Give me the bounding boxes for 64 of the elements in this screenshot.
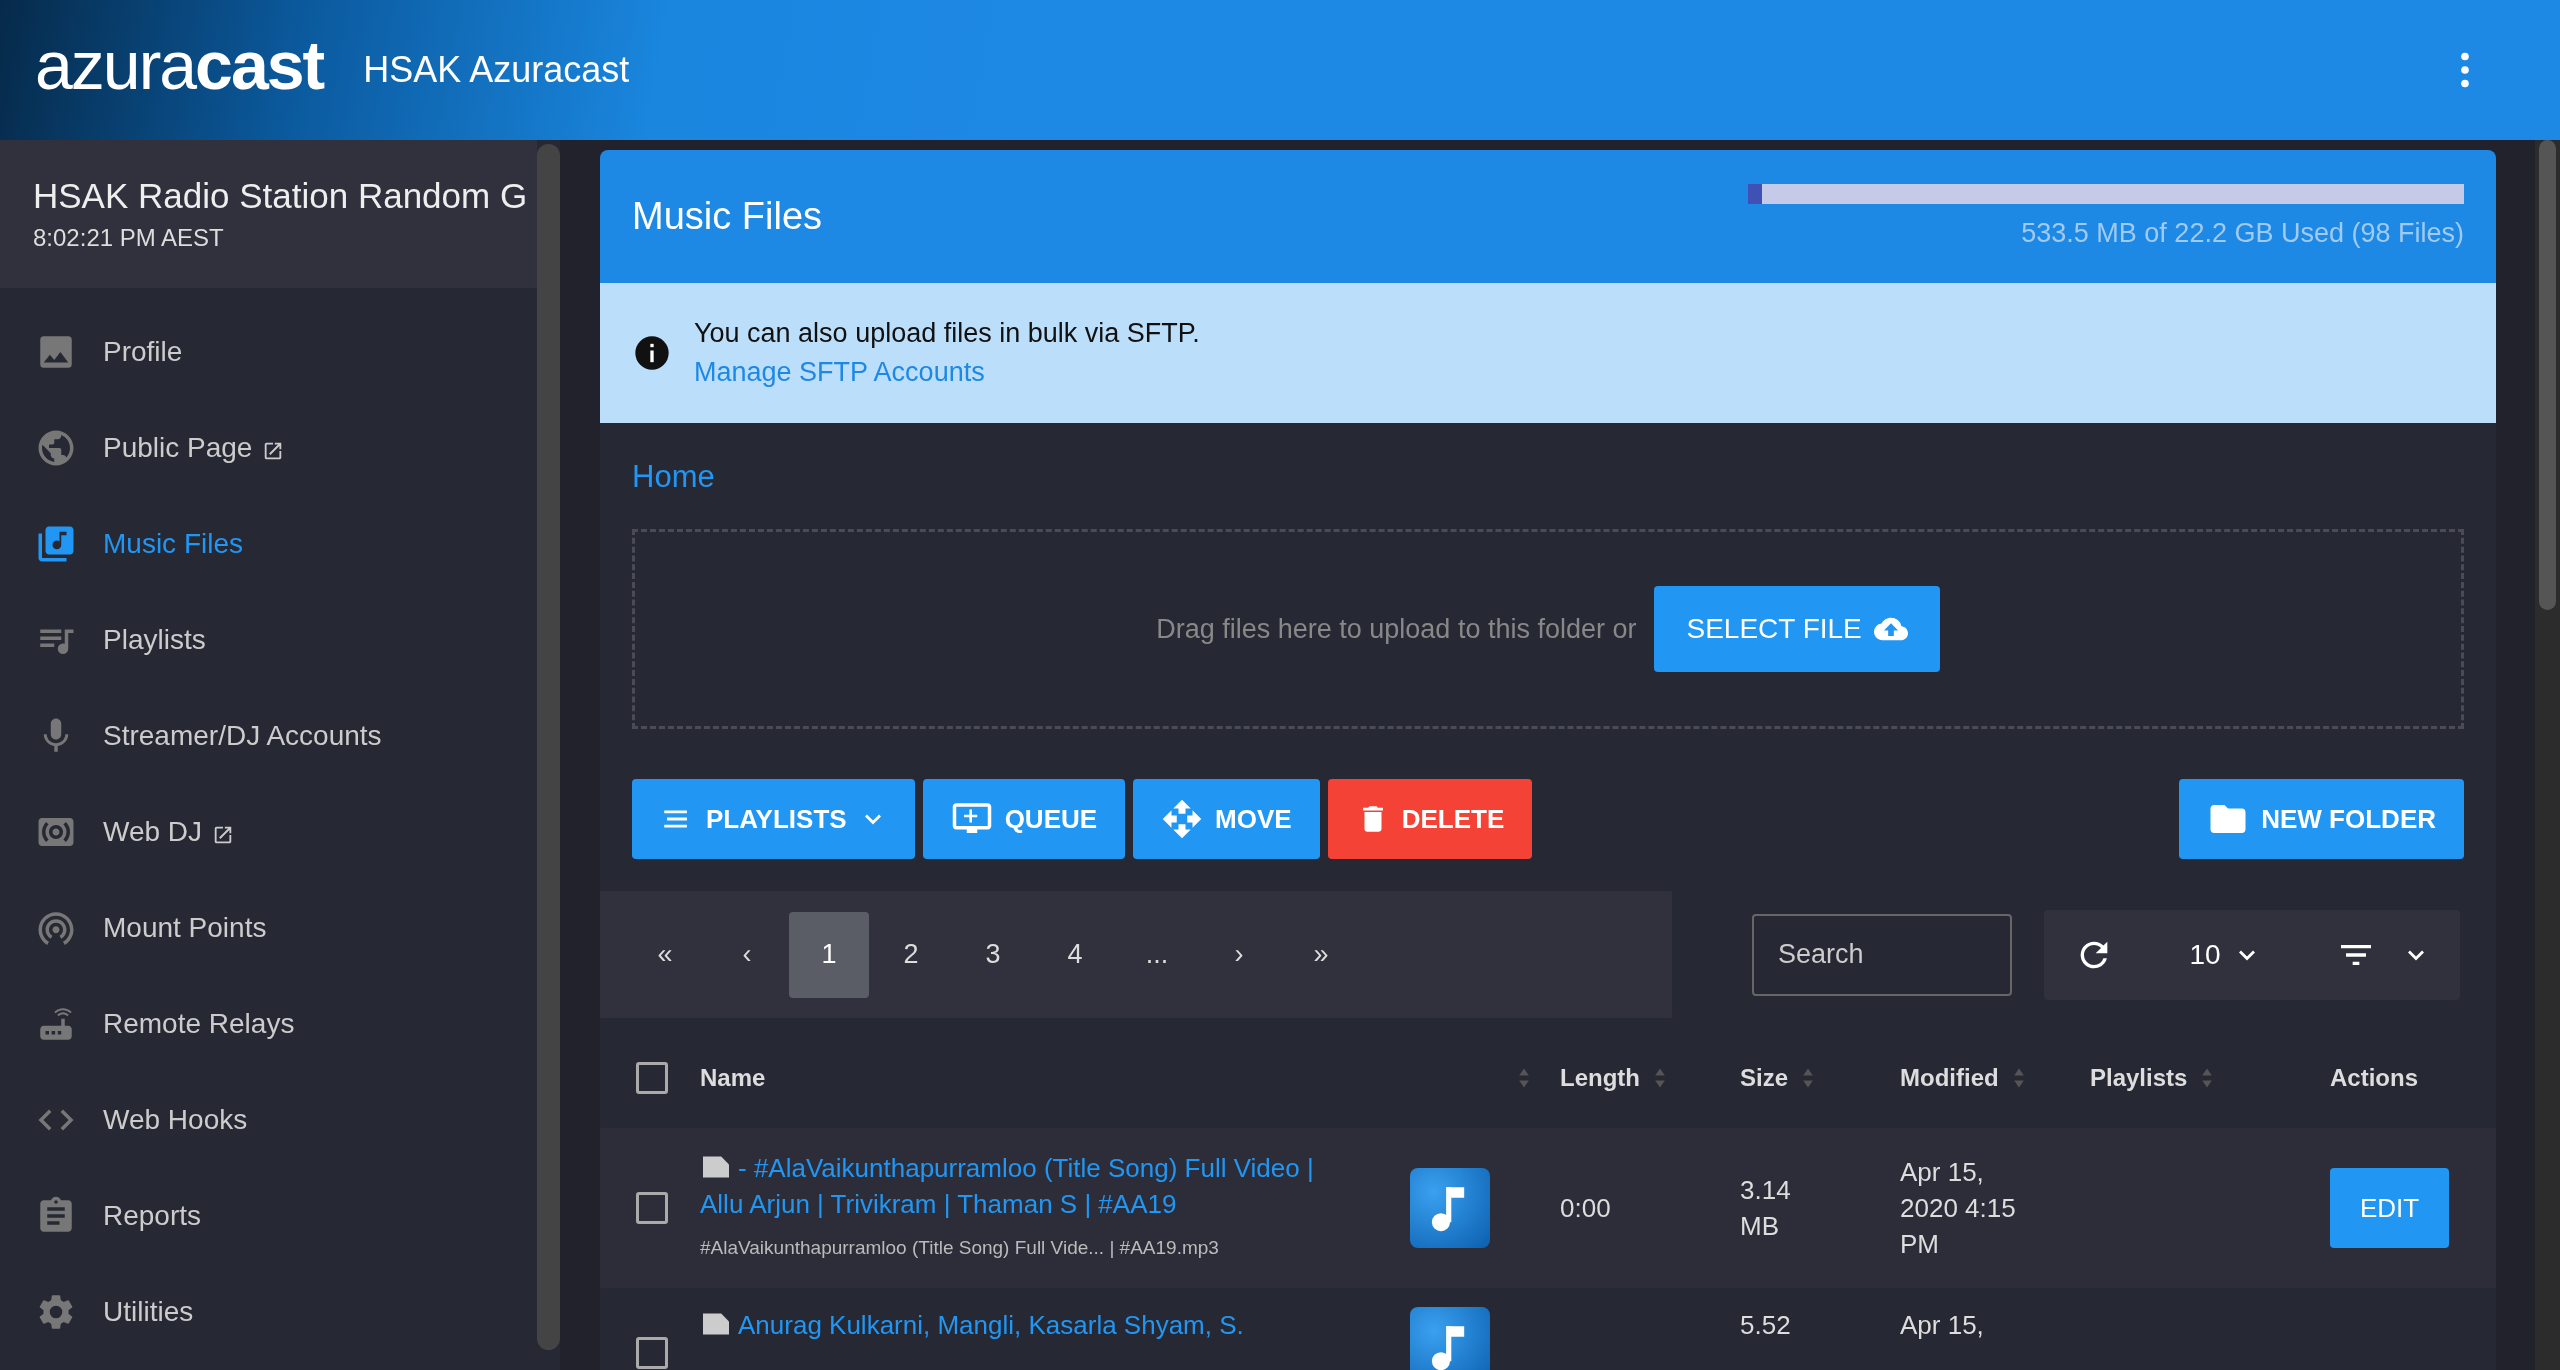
sidebar-item[interactable]: Streamer/DJ Accounts xyxy=(0,688,530,784)
notice-text: You can also upload files in bulk via SFTP. xyxy=(694,318,1200,349)
column-header[interactable]: Length xyxy=(1560,1064,1666,1092)
size-text: 5.52 xyxy=(1740,1309,1791,1342)
sidebar-item[interactable]: Playlists xyxy=(0,592,530,688)
more-menu-icon[interactable] xyxy=(2460,52,2470,88)
sort-icon xyxy=(1802,1067,1815,1089)
sidebar-item[interactable]: Music Files xyxy=(0,496,530,592)
page-link[interactable]: 2 xyxy=(871,911,951,998)
search-field[interactable]: Search xyxy=(1752,913,2012,996)
sidebar-item[interactable]: Mount Points xyxy=(0,880,530,976)
move-arrows-icon xyxy=(1161,798,1204,840)
storage-reading: 533.5 MB of 22.2 GB Used (98 Files) xyxy=(2021,218,2464,249)
sidebar-item[interactable]: Public Page xyxy=(0,400,530,496)
table-row[interactable]: Anurag Kulkarni, Mangli, Kasarla Shyam, S. 5.52 Apr 15, xyxy=(600,1288,2496,1370)
sidebar-item[interactable]: Web DJ xyxy=(0,784,530,880)
sidebar-item[interactable]: Utilities xyxy=(0,1264,530,1360)
size-text: 3.14 MB xyxy=(1740,1174,1792,1243)
column-header[interactable]: Name xyxy=(700,1064,1530,1092)
length-text: 0:00 xyxy=(1560,1193,1611,1223)
column-header[interactable]: Actions xyxy=(2330,1064,2418,1092)
modified-text: Apr 15, 2020 4:15 PM xyxy=(1900,1156,2017,1261)
modified-text: Apr 15, xyxy=(1900,1309,1984,1342)
file-name: #AlaVaikunthapurramloo (Title Song) Full Vide... | #AA19.mp3 xyxy=(700,1236,1220,1260)
site-title: HSAK Azuracast xyxy=(363,49,630,91)
page-link[interactable]: 1 xyxy=(789,911,869,998)
drop-zone-text: Drag files here to upload to this folder or xyxy=(1156,613,1637,645)
sort-icon xyxy=(2012,1067,2025,1089)
sidebar-item[interactable]: Profile xyxy=(0,304,530,400)
file-link[interactable]: Anurag Kulkarni, Mangli, Kasarla Shyam, S. xyxy=(700,1307,1360,1343)
scrollbar[interactable] xyxy=(537,144,560,1350)
column-header[interactable]: Modified xyxy=(1900,1064,2025,1092)
file-icon xyxy=(700,1154,732,1180)
station-time: 8:02:21 PM AEST xyxy=(33,224,225,252)
sort-icon xyxy=(1654,1067,1666,1089)
sort-icon xyxy=(2201,1067,2214,1089)
page-link[interactable]: « xyxy=(625,911,705,998)
file-icon xyxy=(700,1311,732,1337)
delete-button[interactable]: DELETE xyxy=(1327,779,1533,859)
info-icon xyxy=(632,333,672,373)
page-link[interactable]: 3 xyxy=(953,911,1033,998)
logo[interactable]: azuracast xyxy=(35,26,324,104)
sidebar-item[interactable]: Reports xyxy=(0,1168,530,1264)
sidebar-item[interactable]: Remote Relays xyxy=(0,976,530,1072)
column-header[interactable]: Playlists xyxy=(2090,1064,2214,1092)
select-all-checkbox[interactable] xyxy=(636,1062,668,1094)
card-title: Music Files xyxy=(632,195,823,238)
table-row[interactable]: - #AlaVaikunthapurramloo (Title Song) Full Video | Allu Arjun | Trivikram | Thaman S | #AA19 #AlaVaikunthapurramloo (Title Song) Full Vide... | #AA19.mp3 0:00 3.14 MB Apr 15, 2020 4:15 PM EDIT xyxy=(600,1128,2496,1288)
page-link[interactable]: › xyxy=(1199,911,1279,998)
file-link[interactable]: - #AlaVaikunthapurramloo (Title Song) Full Video | Allu Arjun | Trivikram | Thaman S | #AA19 xyxy=(700,1150,1360,1222)
page-link[interactable]: 4 xyxy=(1035,911,1115,998)
page-link[interactable]: ... xyxy=(1117,911,1197,998)
row-checkbox[interactable] xyxy=(636,1192,668,1224)
breadcrumb-link[interactable]: Home xyxy=(632,459,715,495)
column-header[interactable]: Size xyxy=(1740,1064,1815,1092)
scrollbar[interactable] xyxy=(2535,140,2560,1370)
per-page-dropdown[interactable]: 10 xyxy=(2189,938,2261,971)
drop-zone[interactable]: Drag files here to upload to this folder or SELECT FILE xyxy=(632,529,2464,729)
sort-icon xyxy=(1518,1067,1530,1089)
sidebar-item[interactable]: Web Hooks xyxy=(0,1072,530,1168)
page-link[interactable]: ‹ xyxy=(707,911,787,998)
row-checkbox[interactable] xyxy=(636,1337,668,1369)
page-link[interactable]: » xyxy=(1281,911,1361,998)
station-name: HSAK Radio Station Random G xyxy=(33,176,529,216)
